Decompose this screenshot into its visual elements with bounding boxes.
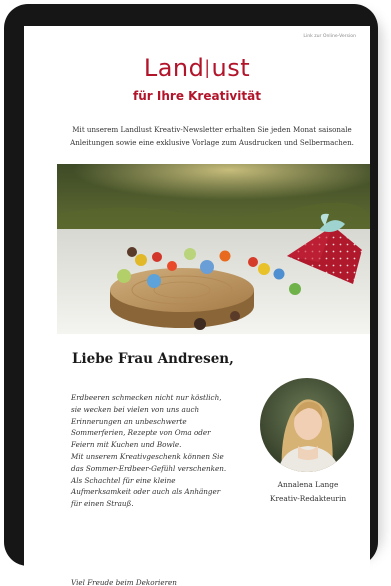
body-line: sie wecken bei vielen von uns auch [71,404,200,414]
body-line: Feiern mit Kuchen und Bowle. [71,440,182,450]
tablet-frame: Link zur Online-Version Landlust für Ihr… [4,4,378,586]
body-line: das Sommer-Erdbeer-Gefühl verschenken. [71,463,227,473]
logo-tagline: für Ihre Kreativität [133,89,261,103]
body-line: Erdbeeren schmecken nicht nur köstlich, [71,393,222,402]
body-line: Mit unserem Kreativgeschenk können Sie [71,451,224,461]
body-line: Aufmerksamkeit oder auch als Anhänger [71,487,221,497]
body-text: Erdbeeren schmecken nicht nur köstlich, … [71,392,241,510]
intro-text: Mit unserem Landlust Kreativ-Newsletter … [70,125,354,147]
online-version-link[interactable]: Link zur Online-Version [303,34,356,39]
newsletter-screen[interactable]: Link zur Online-Version Landlust für Ihr… [24,26,370,586]
author-avatar [260,378,354,472]
author-role: Kreativ-Redakteurin [269,494,347,503]
author-name: Annalena Lange [277,480,339,489]
landlust-logo[interactable]: Landlust [24,56,370,82]
body-line: Als Schachtel für eine kleine [71,475,176,485]
greeting: Liebe Frau Andresen, [72,351,234,367]
body-line: für einen Strauß. [71,499,134,509]
body-line: Erinnerungen an unbeschwerte [71,416,187,426]
hero-image-strawberry-box [57,164,370,334]
body-line: Sommerferien, Rezepte von Oma oder [71,428,211,438]
closing-line: Viel Freude beim Dekorieren [71,578,177,586]
